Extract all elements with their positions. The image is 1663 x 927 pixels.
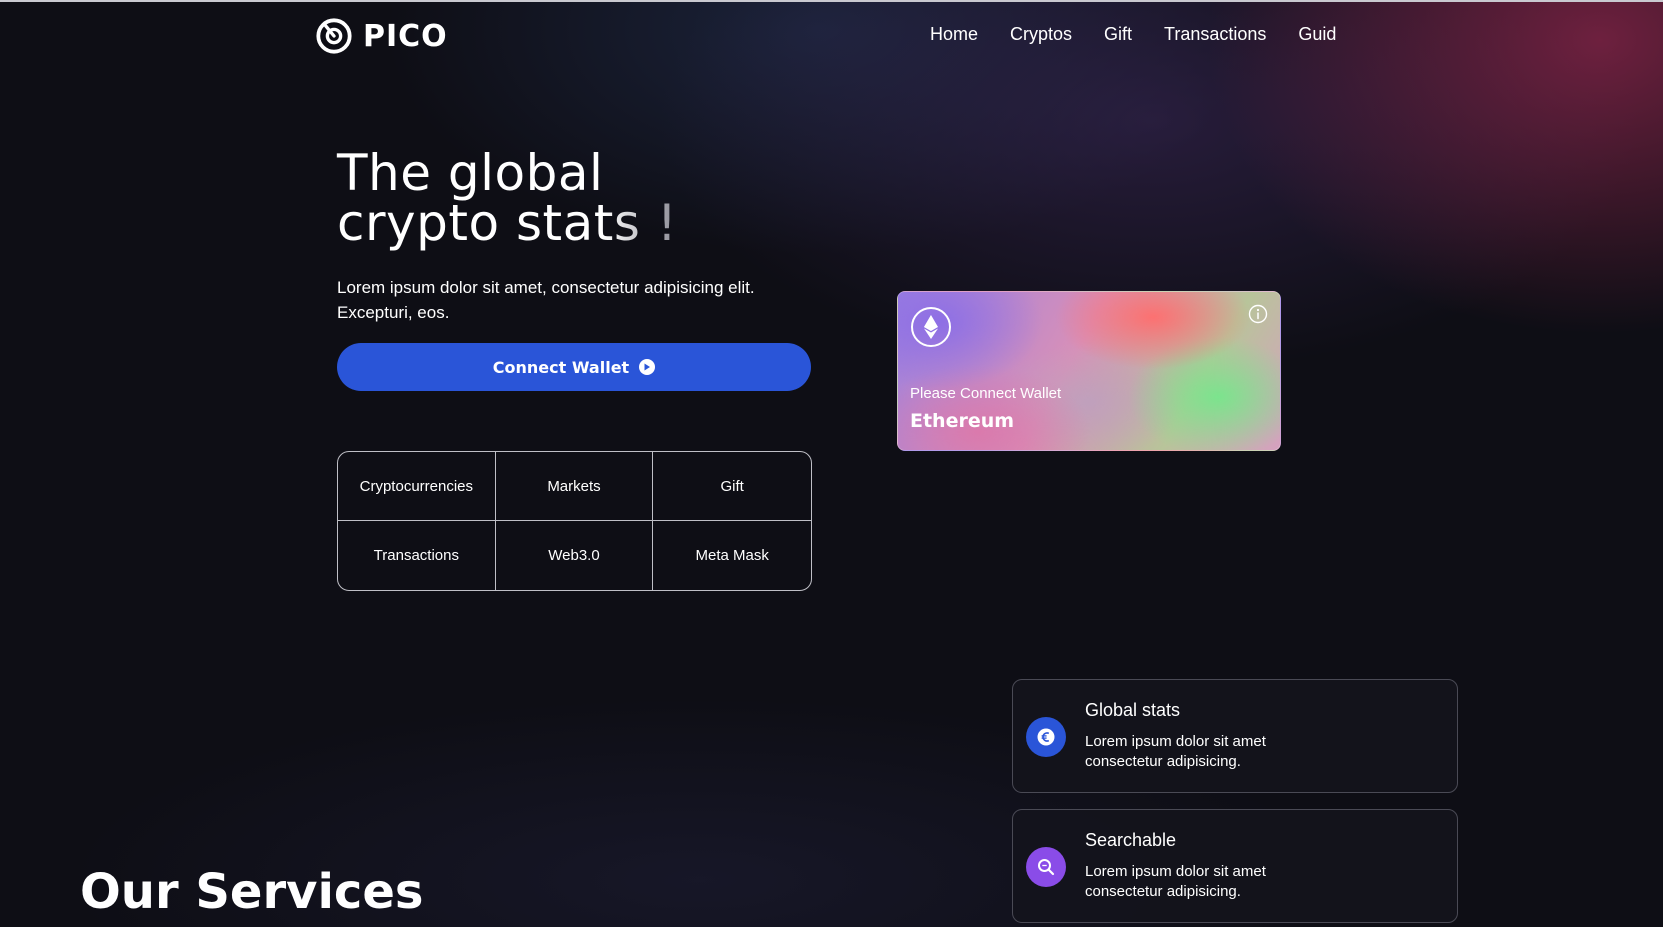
category-web3[interactable]: Web3.0 [496, 521, 654, 590]
hero-subtitle: Lorem ipsum dolor sit amet, consectetur … [337, 278, 755, 322]
nav-item-home[interactable]: Home [930, 24, 978, 45]
category-transactions[interactable]: Transactions [338, 521, 496, 590]
brand-name: PICO [363, 18, 448, 54]
connect-wallet-label: Connect Wallet [492, 357, 630, 377]
category-gift[interactable]: Gift [653, 452, 811, 521]
euro-icon [1026, 717, 1066, 757]
wallet-coin-name: Ethereum [910, 410, 1015, 432]
feature-description: Lorem ipsum dolor sit amet consectetur a… [1085, 733, 1266, 770]
connect-wallet-button[interactable]: Connect Wallet [337, 343, 811, 391]
hero-title: The global crypto stats ! [337, 148, 677, 248]
wallet-status: Please Connect Wallet [910, 385, 1062, 402]
category-grid: Cryptocurrencies Markets Gift Transactio… [337, 451, 812, 591]
ethereum-icon [911, 307, 951, 347]
hero-title-line2-a: crypto st [337, 194, 563, 252]
category-cryptocurrencies[interactable]: Cryptocurrencies [338, 452, 496, 521]
feature-title: Global stats [1085, 700, 1181, 720]
feature-card-global-stats[interactable]: Global stats Lorem ipsum dolor sit amet … [1012, 679, 1458, 793]
top-border [0, 0, 1663, 2]
page: PICO Home Cryptos Gift Transactions Guid… [0, 0, 1663, 927]
nav-item-gift[interactable]: Gift [1104, 24, 1132, 45]
services-title: Our Services [80, 864, 424, 920]
pico-logo-icon [316, 18, 352, 54]
brand-logo[interactable]: PICO [315, 17, 448, 55]
feature-title: Searchable [1085, 830, 1177, 850]
nav-item-guid[interactable]: Guid [1298, 24, 1336, 45]
category-meta-mask[interactable]: Meta Mask [653, 521, 811, 590]
wallet-card[interactable]: Please Connect Wallet Ethereum [897, 291, 1281, 451]
category-markets[interactable]: Markets [495, 452, 654, 521]
main-nav: Home Cryptos Gift Transactions Guid [930, 24, 1336, 45]
nav-item-transactions[interactable]: Transactions [1164, 24, 1266, 45]
nav-item-cryptos[interactable]: Cryptos [1010, 24, 1072, 45]
hero-title-line2-b: ats ! [562, 194, 678, 252]
play-circle-icon [639, 359, 656, 375]
info-icon[interactable] [1248, 304, 1268, 324]
hero-title-line2: crypto stats ! [337, 198, 677, 248]
feature-description: Lorem ipsum dolor sit amet consectetur a… [1085, 863, 1266, 900]
search-icon [1026, 847, 1066, 887]
feature-card-searchable[interactable]: Searchable Lorem ipsum dolor sit amet co… [1012, 809, 1458, 923]
